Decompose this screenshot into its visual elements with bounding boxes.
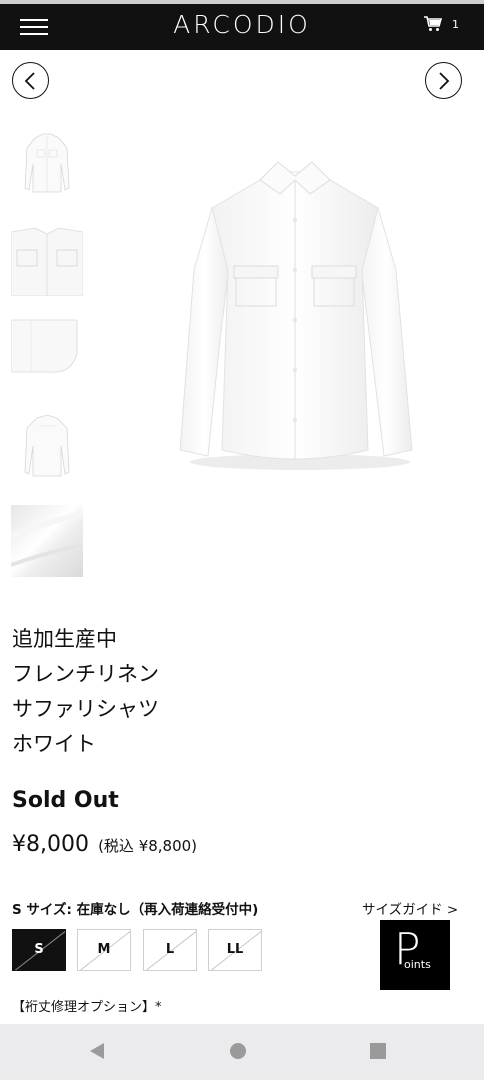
cart-button[interactable]: 1 — [424, 14, 464, 38]
points-logo-text: oints — [404, 958, 431, 971]
points-logo: P oints — [380, 920, 450, 990]
price-row: ¥8,000 (税込 ¥8,800) — [12, 832, 197, 857]
thumbnail-fabric-texture[interactable] — [11, 505, 83, 577]
size-option-ll[interactable]: LL — [208, 929, 262, 971]
chevron-right-icon — [439, 72, 450, 90]
title-line: ホワイト — [12, 732, 96, 756]
home-icon[interactable] — [229, 1042, 247, 1060]
cart-count: 1 — [452, 18, 459, 31]
back-icon[interactable] — [88, 1042, 106, 1060]
size-availability: S サイズ: 在庫なし（再入荷連絡受付中) — [12, 902, 259, 918]
title-line: サファリシャツ — [12, 697, 159, 721]
size-label: M — [97, 942, 111, 957]
title-line: 追加生産中 — [12, 627, 117, 651]
thumbnail-shirt-front[interactable] — [11, 128, 83, 200]
site-logo[interactable]: ARCODIO — [0, 10, 484, 39]
android-navigation-bar — [0, 1024, 484, 1080]
size-guide-link[interactable]: サイズガイド > — [362, 898, 458, 918]
chevron-left-icon — [24, 72, 35, 90]
previous-image-button[interactable] — [12, 62, 49, 99]
tax-included-price: (税込 ¥8,800) — [98, 837, 198, 855]
sleeve-repair-option-label: 【裄丈修理オプション】* — [12, 1000, 162, 1015]
title-line: フレンチリネン — [12, 662, 159, 686]
cart-icon — [424, 16, 442, 31]
product-title: 追加生産中 フレンチリネン サファリシャツ ホワイト — [12, 622, 472, 762]
size-label: S — [34, 942, 44, 957]
thumbnail-shirt-hem[interactable] — [11, 314, 83, 386]
stock-status: Sold Out — [12, 788, 119, 813]
size-option-m[interactable]: M — [77, 929, 131, 971]
next-image-button[interactable] — [425, 62, 462, 99]
site-header: ARCODIO 1 — [0, 4, 484, 50]
thumbnail-chest-pockets[interactable] — [11, 224, 83, 296]
price: ¥8,000 — [12, 832, 89, 857]
size-option-l[interactable]: L — [143, 929, 197, 971]
thumbnail-shirt-back[interactable] — [11, 410, 83, 482]
size-label: LL — [226, 942, 244, 957]
size-option-s[interactable]: S — [12, 929, 66, 971]
size-label: L — [165, 942, 175, 957]
recent-apps-icon[interactable] — [369, 1042, 387, 1060]
main-product-image[interactable] — [150, 150, 440, 480]
